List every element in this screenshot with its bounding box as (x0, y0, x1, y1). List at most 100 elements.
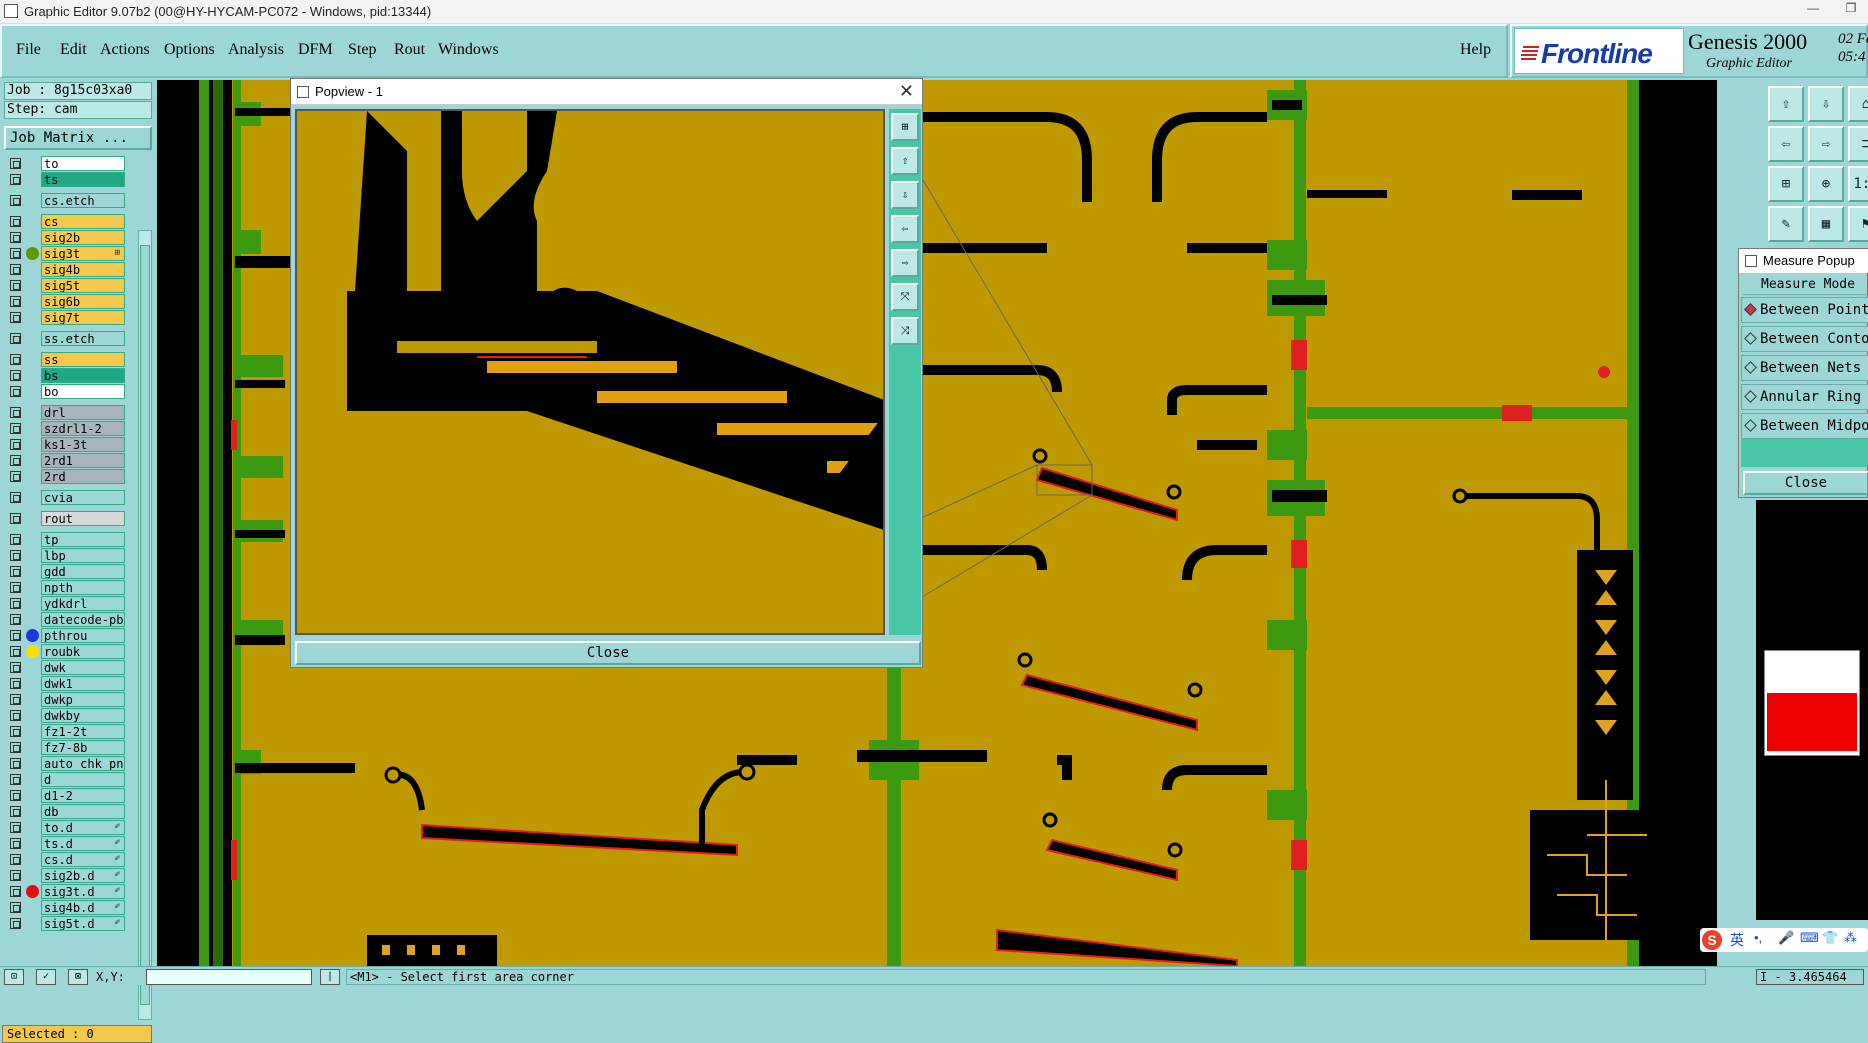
layer-name[interactable]: cs.d (41, 852, 125, 867)
layer-row[interactable]: 2rd (6, 469, 125, 484)
layer-checkbox[interactable] (10, 312, 21, 323)
toolbar-zoom-icon[interactable]: ⊕ (1808, 166, 1844, 202)
layer-row[interactable]: ts (6, 172, 125, 187)
layer-name[interactable]: sig5t.d (41, 916, 125, 931)
layer-row[interactable]: 2rd1 (6, 453, 125, 468)
layer-name[interactable]: sig4b.d (41, 900, 125, 915)
popview-up-icon[interactable]: ⇧ (891, 147, 919, 175)
layer-checkbox[interactable] (10, 806, 21, 817)
layer-name[interactable]: fz7-8b (41, 740, 125, 755)
layer-checkbox[interactable] (10, 513, 21, 524)
layer-checkbox[interactable] (10, 822, 21, 833)
layer-row[interactable]: sig3t.d ✐ (6, 884, 125, 899)
layer-name[interactable]: ydkdrl (41, 596, 125, 611)
layer-checkbox[interactable] (10, 886, 21, 897)
layer-name[interactable]: 2rd1 (41, 453, 125, 468)
layer-name[interactable]: sig4b (41, 262, 125, 277)
measure-option[interactable]: Between Points (1741, 297, 1868, 323)
ime-language[interactable]: 英 (1730, 930, 1744, 950)
layer-row[interactable]: sig6b (6, 294, 125, 309)
ime-punct-icon[interactable]: •, (1754, 930, 1762, 945)
layer-name[interactable]: ts (41, 172, 125, 187)
layer-row[interactable]: d (6, 772, 125, 787)
ime-toolbar[interactable]: S 英 •, 🎤 ⌨ 👕 ⁂ (1700, 928, 1868, 952)
toolbar-edit-icon[interactable]: ✎ (1768, 206, 1804, 242)
layer-row[interactable]: dwkby (6, 708, 125, 723)
layer-name[interactable]: d (41, 772, 125, 787)
layer-name[interactable]: lbp (41, 548, 125, 563)
measure-option[interactable]: Between Nets (1741, 355, 1868, 381)
layer-name[interactable]: ss.etch (41, 331, 125, 346)
layer-row[interactable]: bs (6, 368, 125, 383)
menu-help[interactable]: Help (1460, 41, 1491, 59)
layer-checkbox[interactable] (10, 710, 21, 721)
status-button-4-icon[interactable]: | (320, 969, 340, 985)
layer-name[interactable]: gdd (41, 564, 125, 579)
radio-indicator-icon[interactable] (1744, 303, 1757, 316)
ime-more-icon[interactable]: ⁂ (1844, 930, 1857, 946)
measure-option[interactable]: Annular Ring (1741, 384, 1868, 410)
layer-name[interactable]: sig2b (41, 230, 125, 245)
layer-checkbox[interactable] (10, 790, 21, 801)
layer-name[interactable]: npth (41, 580, 125, 595)
menu-windows[interactable]: Windows (438, 41, 499, 59)
popview-down-icon[interactable]: ⇩ (891, 181, 919, 209)
toolbar-scale-icon[interactable]: 1:2 (1848, 166, 1868, 202)
layer-row[interactable]: db (6, 804, 125, 819)
layer-row[interactable]: sig5t (6, 278, 125, 293)
layer-row[interactable]: sig7t (6, 310, 125, 325)
measure-option[interactable]: Between Midpoints (1741, 413, 1868, 439)
layer-name[interactable]: sig2b.d (41, 868, 125, 883)
layer-row[interactable]: ks1-3t (6, 437, 125, 452)
layer-checkbox[interactable] (10, 333, 21, 344)
layer-name[interactable]: sig3t.d (41, 884, 125, 899)
toolbar-table-icon[interactable]: ▦ (1808, 206, 1844, 242)
layer-checkbox[interactable] (10, 455, 21, 466)
layer-checkbox[interactable] (10, 550, 21, 561)
layer-name[interactable]: fz1-2t (41, 724, 125, 739)
layer-name[interactable]: db (41, 804, 125, 819)
layer-name[interactable]: d1-2 (41, 788, 125, 803)
layer-checkbox[interactable] (10, 662, 21, 673)
layer-checkbox[interactable] (10, 758, 21, 769)
layer-name[interactable]: dwk1 (41, 676, 125, 691)
layer-checkbox[interactable] (10, 370, 21, 381)
status-button-1-icon[interactable]: ⊡ (4, 969, 24, 985)
layer-name[interactable]: ks1-3t (41, 437, 125, 452)
menu-analysis[interactable]: Analysis (228, 41, 284, 59)
measure-option[interactable]: Between Contours (1741, 326, 1868, 352)
layer-checkbox[interactable] (10, 471, 21, 482)
layer-row[interactable]: fz1-2t (6, 724, 125, 739)
layer-row[interactable]: npth (6, 580, 125, 595)
layer-checkbox[interactable] (10, 566, 21, 577)
layer-name[interactable]: datecode-pbe (41, 612, 125, 627)
layer-checkbox[interactable] (10, 174, 21, 185)
scrollbar-thumb[interactable] (140, 245, 150, 1005)
layer-name[interactable]: dwkp (41, 692, 125, 707)
layer-name[interactable]: sig6b (41, 294, 125, 309)
toolbar-right-icon[interactable]: ⇨ (1808, 126, 1844, 162)
layer-name[interactable]: cvia (41, 490, 125, 505)
popview-close-button[interactable]: Close (295, 641, 921, 665)
layer-name[interactable]: bs (41, 368, 125, 383)
popview-zoom-in-icon[interactable]: ⤨ (891, 317, 919, 345)
layer-row[interactable]: dwk (6, 660, 125, 675)
layer-row[interactable]: lbp (6, 548, 125, 563)
status-button-3-icon[interactable]: ⊠ (68, 969, 88, 985)
measure-close-button[interactable]: Close (1743, 471, 1868, 495)
layer-name[interactable]: roubk (41, 644, 125, 659)
layer-checkbox[interactable] (10, 534, 21, 545)
layer-checkbox[interactable] (10, 854, 21, 865)
layer-checkbox[interactable] (10, 694, 21, 705)
layer-row[interactable]: drl (6, 405, 125, 420)
menu-rout[interactable]: Rout (394, 41, 425, 59)
layer-row[interactable]: sig3t ⊞ (6, 246, 125, 261)
layer-row[interactable]: auto_chk_pn (6, 756, 125, 771)
popview-zoom-out-icon[interactable]: ⤧ (891, 283, 919, 311)
menu-step[interactable]: Step (348, 41, 376, 59)
layer-name[interactable]: to (41, 156, 125, 171)
popview-right-icon[interactable]: ⇨ (891, 249, 919, 277)
popview-left-icon[interactable]: ⇦ (891, 215, 919, 243)
radio-indicator-icon[interactable] (1744, 419, 1757, 432)
layer-row[interactable]: tp (6, 532, 125, 547)
